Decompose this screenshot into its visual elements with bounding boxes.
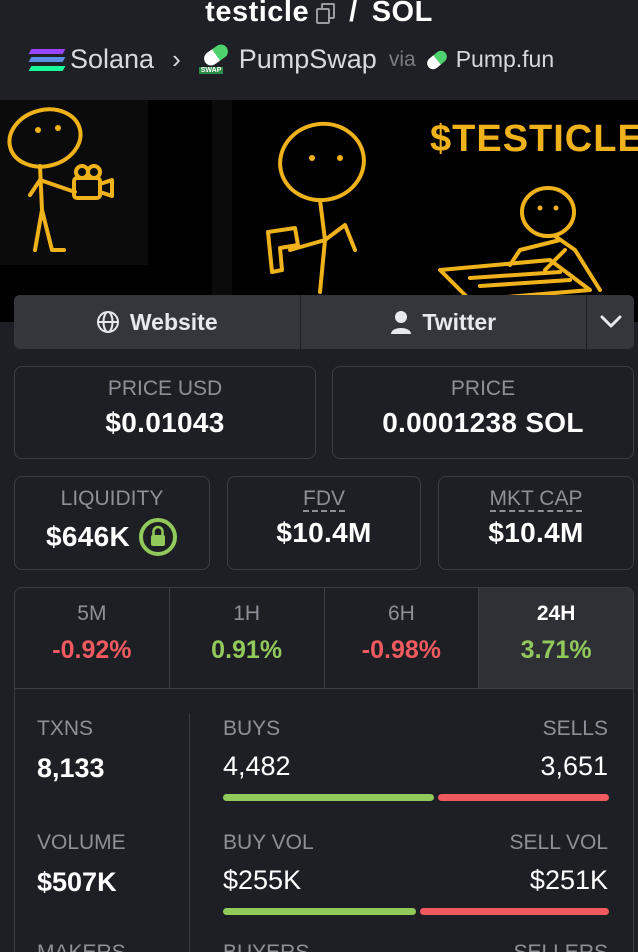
- social-links: Website Twitter: [14, 295, 634, 349]
- chain-link[interactable]: Solana: [70, 44, 154, 75]
- buy-volume-value: $255K: [223, 865, 302, 895]
- sells-label: SELLS: [542, 717, 608, 740]
- makers-label: MAKERS: [37, 941, 126, 952]
- buy-volume-label: BUY VOL: [223, 831, 314, 854]
- sellers-label: SELLERS: [513, 941, 608, 952]
- website-button[interactable]: Website: [14, 295, 300, 349]
- buyers-label: BUYERS: [223, 941, 309, 952]
- change-value: 0.91%: [211, 636, 283, 664]
- tab-5m[interactable]: 5M -0.92%: [15, 588, 169, 689]
- tab-6h[interactable]: 6H -0.98%: [323, 588, 479, 689]
- liquidity-card: LIQUIDITY $646K: [14, 476, 210, 570]
- market-cap-value: $10.4M: [488, 517, 584, 548]
- trading-stats: TXNS 8,133 BUYS 4,482 SELLS 3,651 VOLUME…: [14, 688, 634, 952]
- breadcrumb: Solana › SWAP PumpSwap via Pump.fun: [28, 41, 554, 75]
- txns-value: 8,133: [37, 753, 105, 783]
- fdv-card: FDV $10.4M: [227, 476, 421, 570]
- pumpswap-icon: SWAP: [198, 41, 231, 74]
- change-value: -0.92%: [52, 636, 132, 664]
- tab-24h[interactable]: 24H 3.71%: [478, 588, 633, 689]
- copy-icon[interactable]: [315, 2, 336, 24]
- fdv-value: $10.4M: [276, 517, 372, 548]
- tab-label: 6H: [387, 602, 415, 625]
- volume-value: $507K: [37, 867, 117, 897]
- lock-icon[interactable]: [138, 517, 178, 557]
- website-label: Website: [129, 308, 218, 335]
- pair-title: testicle / SOL: [0, 0, 638, 29]
- chevron-right-icon: ›: [172, 44, 181, 74]
- txns-label: TXNS: [37, 717, 94, 740]
- banner-ticker: $TESTICLE: [430, 118, 638, 160]
- stats-divider: [189, 713, 190, 952]
- pair-header: testicle / SOL Solana › SWAP PumpSwap vi…: [0, 0, 638, 100]
- fdv-label[interactable]: FDV: [303, 487, 345, 512]
- price-usd-value: $0.01043: [105, 407, 225, 438]
- volume-label: VOLUME: [37, 831, 126, 854]
- liquidity-value: $646K: [45, 521, 130, 552]
- price-sol-label: PRICE: [450, 377, 516, 400]
- dex-link[interactable]: PumpSwap: [239, 44, 377, 75]
- token-symbol: testicle: [205, 0, 310, 28]
- buy-volume-bar: [223, 908, 416, 915]
- sells-bar: [438, 794, 609, 801]
- tab-label: 1H: [233, 602, 261, 625]
- twitter-button[interactable]: Twitter: [299, 295, 586, 349]
- solana-icon: [28, 48, 66, 71]
- token-banner: $TESTICLE: [0, 100, 638, 322]
- sell-volume-label: SELL VOL: [509, 831, 608, 854]
- change-value: 3.71%: [520, 636, 592, 664]
- tab-1h[interactable]: 1H 0.91%: [168, 588, 324, 689]
- price-sol-card: PRICE 0.0001238 SOL: [332, 366, 634, 459]
- timeframe-tabs: 5M -0.92% 1H 0.91% 6H -0.98% 24H 3.71%: [14, 587, 634, 689]
- price-sol-value: 0.0001238 SOL: [382, 407, 584, 438]
- market-cap-card: MKT CAP $10.4M: [438, 476, 634, 570]
- buys-bar: [223, 794, 434, 801]
- market-cap-label[interactable]: MKT CAP: [489, 487, 583, 512]
- liquidity-label: LIQUIDITY: [60, 487, 164, 510]
- tab-label: 24H: [536, 602, 576, 625]
- sell-volume-value: $251K: [529, 865, 608, 895]
- pumpfun-icon: [424, 47, 449, 72]
- price-usd-card: PRICE USD $0.01043: [14, 366, 316, 459]
- tab-label: 5M: [77, 602, 107, 625]
- buys-label: BUYS: [223, 717, 281, 740]
- pair-separator: /: [349, 0, 358, 28]
- globe-icon: [96, 311, 119, 333]
- chevron-down-icon: [600, 315, 621, 328]
- change-value: -0.98%: [361, 636, 441, 664]
- launchpad-link[interactable]: Pump.fun: [456, 46, 554, 73]
- via-label: via: [388, 47, 416, 71]
- buys-value: 4,482: [223, 751, 291, 781]
- sells-value: 3,651: [540, 751, 608, 781]
- user-icon: [391, 311, 412, 334]
- price-usd-label: PRICE USD: [107, 377, 223, 400]
- twitter-label: Twitter: [422, 308, 497, 335]
- sell-volume-bar: [420, 908, 609, 915]
- more-links-button[interactable]: [586, 295, 634, 349]
- quote-symbol: SOL: [371, 0, 433, 28]
